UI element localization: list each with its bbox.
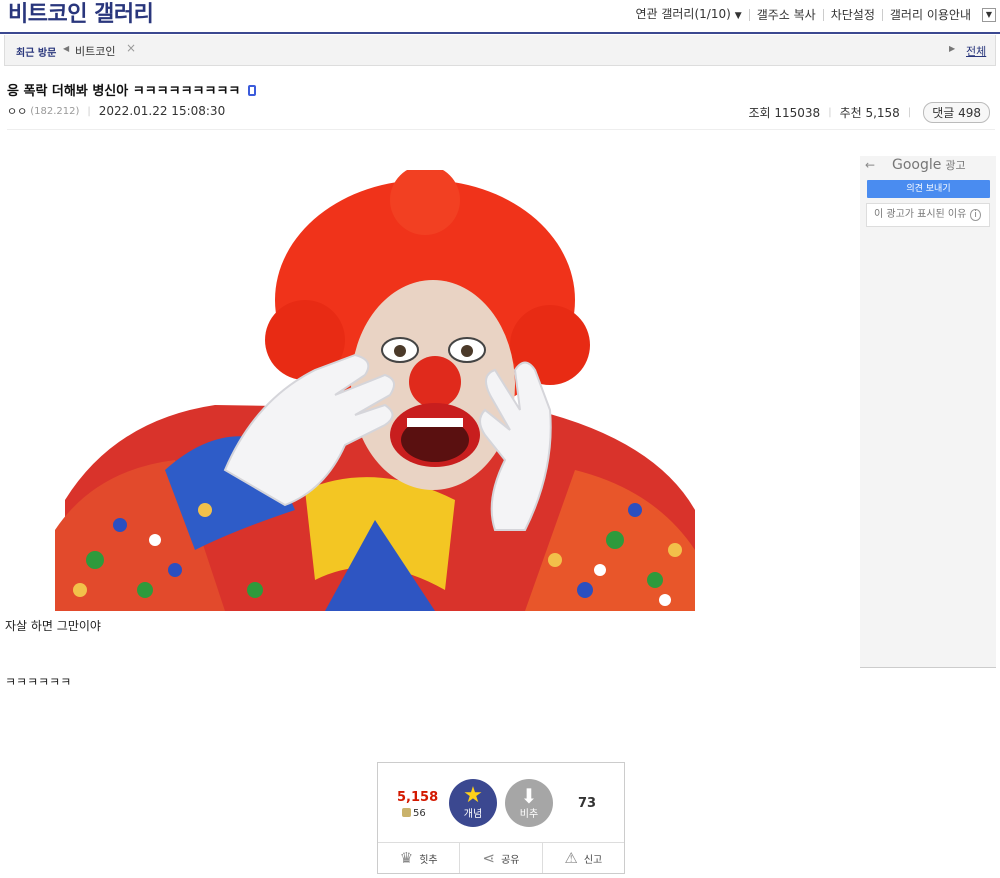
hit-recommend-label: 힛추: [419, 854, 438, 866]
more-menu-icon[interactable]: ▼: [982, 8, 996, 22]
prev-arrow-icon[interactable]: ◀: [63, 44, 69, 53]
post-image: [55, 170, 695, 611]
writer-nickname[interactable]: ㅇㅇ: [7, 103, 27, 119]
gallery-title[interactable]: 비트코인 갤러리: [8, 0, 154, 28]
writer-ip: (182.212): [30, 105, 80, 117]
copy-address-link[interactable]: 갤주소 복사: [748, 9, 823, 21]
clown-image: [55, 170, 695, 611]
close-icon[interactable]: ×: [126, 41, 136, 55]
view-count: 조회 115038: [748, 106, 821, 120]
why-this-ad-label: 이 광고가 표시된 이유: [874, 209, 967, 220]
recommend-button[interactable]: ★ 개념: [449, 779, 497, 827]
google-ad-header: Google 광고: [892, 157, 966, 173]
not-recommend-count: 73: [578, 796, 597, 811]
post-title-text: 응 폭락 더해봐 병신아 ㅋㅋㅋㅋㅋㅋㅋㅋㅋ: [7, 84, 241, 99]
recent-all-link[interactable]: 전체: [966, 43, 986, 59]
post-meta: ㅇㅇ (182.212) | 2022.01.22 15:08:30: [7, 103, 225, 119]
gallery-guide-link[interactable]: 갤러리 이용안내: [881, 9, 978, 21]
post-body-line: ㅋㅋㅋㅋㅋㅋ: [5, 675, 72, 689]
not-recommend-button[interactable]: ⬇ 비추: [505, 779, 553, 827]
back-arrow-icon[interactable]: ←: [865, 158, 875, 172]
info-icon: i: [970, 209, 981, 221]
report-label: 신고: [583, 854, 603, 866]
top-links: 연관 갤러리(1/10) ▼ 갤주소 복사 차단설정 갤러리 이용안내 ▼: [628, 8, 996, 22]
why-this-ad-button[interactable]: 이 광고가 표시된 이유 i: [866, 203, 990, 227]
google-ad-panel: ← Google 광고 의견 보내기 이 광고가 표시된 이유 i: [860, 156, 996, 668]
mobile-icon: [248, 85, 257, 96]
report-button[interactable]: ⚠ 신고: [541, 843, 624, 873]
related-gallery-label: 연관 갤러리(1/10): [635, 7, 731, 21]
share-label: 공유: [501, 854, 520, 866]
not-recommend-button-label: 비추: [519, 809, 539, 820]
fixed-recommend-count: 56: [402, 808, 426, 819]
recommend-count-large: 5,158: [397, 790, 439, 805]
share-icon: ⋖: [482, 849, 496, 867]
stats-divider: |: [907, 107, 912, 118]
share-button[interactable]: ⋖ 공유: [459, 843, 541, 873]
fixed-count-value: 56: [413, 808, 426, 819]
vote-actions: ♛ 힛추 ⋖ 공유 ⚠ 신고: [378, 842, 624, 873]
send-feedback-button[interactable]: 의견 보내기: [867, 180, 990, 198]
meta-divider: |: [87, 105, 91, 117]
stats-divider: |: [828, 107, 832, 118]
comment-count-button[interactable]: 댓글 498: [923, 102, 990, 123]
hit-recommend-button[interactable]: ♛ 힛추: [378, 843, 459, 873]
recent-visit-label: 최근 방문: [16, 48, 57, 59]
gallery-header: 비트코인 갤러리 연관 갤러리(1/10) ▼ 갤주소 복사 차단설정 갤러리 이…: [0, 0, 1000, 34]
recent-visit-bar: 최근 방문 ◀ 비트코인 × ▶ 전체: [4, 35, 996, 66]
post-date: 2022.01.22 15:08:30: [98, 104, 226, 118]
google-logo-text: Google: [892, 157, 942, 173]
caret-down-icon: ▼: [734, 11, 742, 21]
recent-item-bitcoin[interactable]: 비트코인: [75, 43, 115, 59]
post-stats: 조회 115038 | 추천 5,158 | 댓글 498: [748, 102, 990, 123]
vote-box: 5,158 56 ★ 개념 ⬇ 비추 73 ♛ 힛추 ⋖ 공유 ⚠ 신고: [377, 762, 625, 874]
post-body-line: 자살 하면 그만이야: [5, 619, 101, 633]
arrow-down-icon: ⬇: [520, 784, 538, 808]
star-icon: ★: [463, 783, 483, 808]
siren-icon: ⚠: [564, 849, 578, 867]
related-gallery-link[interactable]: 연관 갤러리(1/10) ▼: [628, 8, 748, 22]
post-title: 응 폭락 더해봐 병신아 ㅋㅋㅋㅋㅋㅋㅋㅋㅋ: [7, 80, 257, 99]
crown-icon: ♛: [399, 849, 414, 867]
recommend-count: 추천 5,158: [839, 106, 900, 120]
block-settings-link[interactable]: 차단설정: [822, 9, 882, 21]
header-divider: [7, 129, 995, 130]
ad-label: 광고: [945, 159, 966, 172]
next-arrow-icon[interactable]: ▶: [949, 44, 955, 53]
recommend-button-label: 개념: [463, 809, 483, 820]
fixed-user-icon: [402, 808, 411, 817]
